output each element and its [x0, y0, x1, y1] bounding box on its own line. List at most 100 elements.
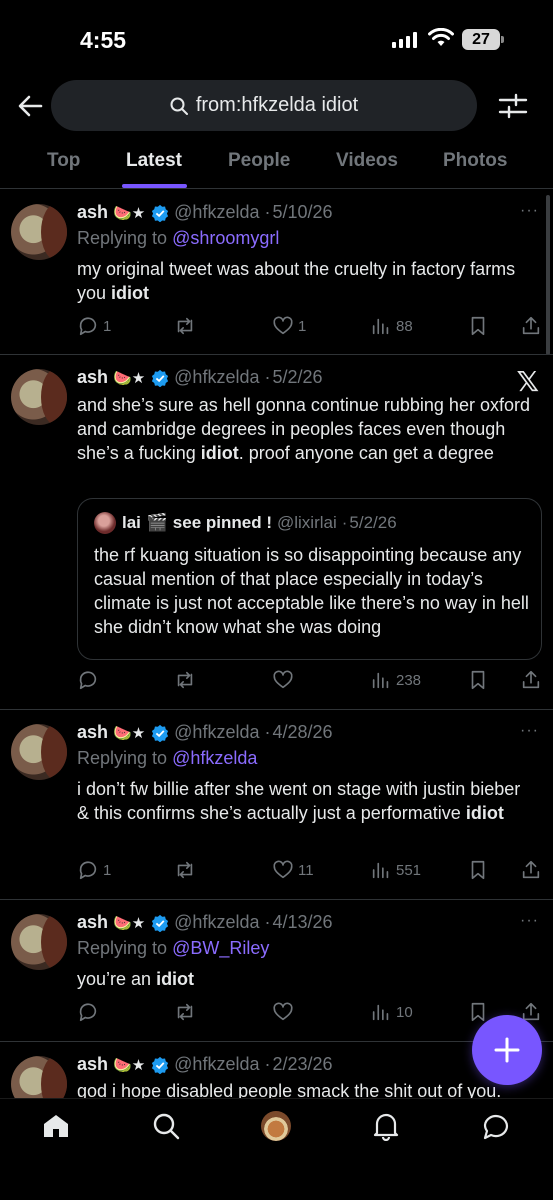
replying-to: Replying to @shroomygrl	[77, 228, 279, 249]
replying-to: Replying to @BW_Riley	[77, 938, 269, 959]
tab-latest[interactable]: Latest	[126, 150, 182, 172]
tab-top[interactable]: Top	[47, 150, 80, 172]
tweet[interactable]: ash 🍉★ @hfkzelda · 5/10/26 ··· Replying …	[0, 190, 553, 355]
chat-icon[interactable]	[481, 1111, 511, 1141]
separator-dot: ·	[264, 912, 271, 932]
handle[interactable]: @hfkzelda	[174, 1054, 259, 1075]
tweet-header: ash 🍉★ @hfkzelda · 4/13/26	[77, 912, 333, 933]
avatar[interactable]	[11, 369, 67, 425]
arrow-left-icon[interactable]	[16, 92, 44, 120]
quote-tweet[interactable]: lai 🎬 see pinned ! @lixirlai · 5/2/26 th…	[77, 498, 542, 660]
like-button[interactable]	[272, 669, 298, 691]
display-name[interactable]: ash	[77, 1054, 108, 1075]
avatar[interactable]	[11, 914, 67, 970]
replying-to-handle[interactable]: @hfkzelda	[172, 748, 257, 768]
tweet-header: ash 🍉★ @hfkzelda · 5/2/26	[77, 367, 323, 388]
views-button[interactable]: 551	[370, 859, 421, 881]
more-icon[interactable]: ···	[520, 722, 539, 740]
tweet-date[interactable]: 4/13/26	[272, 912, 332, 933]
like-count: 1	[298, 317, 307, 335]
more-icon[interactable]: ···	[520, 202, 539, 220]
views-count: 10	[396, 1003, 413, 1021]
tweet[interactable]: ash 🍉★ @hfkzelda · 4/13/26 ··· Replying …	[0, 900, 553, 1042]
tab-people[interactable]: People	[228, 150, 290, 172]
tweet-text: you’re an idiot	[77, 969, 195, 989]
verified-badge-icon	[152, 724, 169, 742]
retweet-button[interactable]	[174, 315, 200, 337]
retweet-icon	[177, 1003, 193, 1021]
search-icon[interactable]	[151, 1111, 181, 1141]
reply-icon	[79, 861, 97, 880]
bell-icon[interactable]	[371, 1111, 401, 1141]
bookmark-button[interactable]	[467, 315, 489, 337]
verified-badge-icon	[152, 369, 169, 387]
home-icon[interactable]	[41, 1111, 71, 1141]
handle[interactable]: @hfkzelda	[174, 722, 259, 743]
retweet-button[interactable]	[174, 859, 200, 881]
bookmark-icon	[471, 670, 485, 690]
tweet-date[interactable]: 2/23/26	[272, 1054, 332, 1075]
quote-handle: @lixirlai	[276, 513, 337, 532]
avatar[interactable]	[11, 204, 67, 260]
tweet[interactable]: ash 🍉★ @hfkzelda · 2/23/26 god i hope di…	[0, 1042, 553, 1098]
avatar[interactable]	[11, 1056, 67, 1098]
like-count: 11	[298, 861, 314, 879]
views-button[interactable]: 10	[370, 1001, 413, 1023]
tab-videos[interactable]: Videos	[336, 150, 398, 172]
bookmark-button[interactable]	[467, 1001, 489, 1023]
display-name[interactable]: ash	[77, 202, 108, 223]
quote-text: the rf kuang situation is so disappointi…	[94, 545, 529, 637]
reply-icon	[79, 671, 97, 690]
share-button[interactable]	[520, 315, 542, 337]
reply-button[interactable]: 1	[77, 315, 111, 337]
share-icon	[522, 860, 540, 879]
search-input[interactable]: from:hfkzelda idiot	[51, 80, 477, 131]
separator-dot: ·	[341, 513, 348, 532]
bookmark-button[interactable]	[467, 669, 489, 691]
like-button[interactable]: 1	[272, 315, 306, 337]
tweet-date[interactable]: 5/2/26	[272, 367, 322, 388]
tweet-date[interactable]: 5/10/26	[272, 202, 332, 223]
sliders-icon[interactable]	[498, 92, 528, 120]
more-icon[interactable]: ···	[520, 912, 539, 930]
display-name[interactable]: ash	[77, 722, 108, 743]
search-header: from:hfkzelda idiot	[0, 80, 553, 132]
retweet-button[interactable]	[174, 1001, 200, 1023]
bookmark-icon	[471, 1002, 485, 1022]
reply-button[interactable]: 1	[77, 859, 111, 881]
retweet-button[interactable]	[174, 669, 200, 691]
views-icon	[372, 1004, 389, 1021]
tweet-header: ash 🍉★ @hfkzelda · 5/10/26	[77, 202, 333, 223]
reply-count: 1	[103, 861, 112, 879]
quote-name-emoji: 🎬 see pinned !	[146, 513, 272, 532]
bookmark-button[interactable]	[467, 859, 489, 881]
reply-button[interactable]	[77, 1001, 103, 1023]
tweet[interactable]: ash 🍉★ @hfkzelda · 4/28/26 ··· Replying …	[0, 710, 553, 900]
tweet-date[interactable]: 4/28/26	[272, 722, 332, 743]
separator-dot: ·	[264, 1054, 271, 1074]
tweet-text: my original tweet was about the cruelty …	[77, 259, 516, 303]
share-button[interactable]	[520, 859, 542, 881]
display-name[interactable]: ash	[77, 912, 108, 933]
tab-photos[interactable]: Photos	[443, 150, 507, 172]
views-count: 238	[396, 671, 422, 689]
views-button[interactable]: 88	[370, 315, 413, 337]
like-button[interactable]	[272, 1001, 298, 1023]
tweet[interactable]: ash 🍉★ @hfkzelda · 5/2/26 𝕏 and she’s su…	[0, 355, 553, 710]
handle[interactable]: @hfkzelda	[174, 367, 259, 388]
handle[interactable]: @hfkzelda	[174, 202, 259, 223]
tweet-header: ash 🍉★ @hfkzelda · 2/23/26	[77, 1054, 333, 1075]
replying-to-handle[interactable]: @BW_Riley	[172, 938, 269, 958]
handle[interactable]: @hfkzelda	[174, 912, 259, 933]
name-emoji: 🍉★	[113, 369, 146, 387]
reply-button[interactable]	[77, 669, 103, 691]
views-button[interactable]: 238	[370, 669, 421, 691]
tweet-actions: 238	[77, 669, 542, 693]
display-name[interactable]: ash	[77, 367, 108, 388]
avatar[interactable]	[11, 724, 67, 780]
share-button[interactable]	[520, 669, 542, 691]
avatar[interactable]	[261, 1111, 291, 1141]
replying-to-handle[interactable]: @shroomygrl	[172, 228, 279, 248]
like-button[interactable]: 11	[272, 859, 314, 881]
compose-button[interactable]	[472, 1015, 542, 1085]
